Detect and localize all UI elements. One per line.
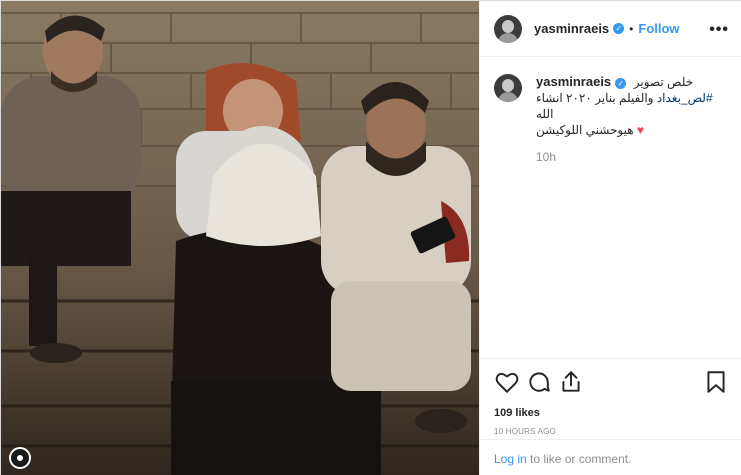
caption-time[interactable]: 10h [536,150,729,164]
share-icon[interactable] [558,369,584,395]
action-icons [494,369,729,399]
caption-line-3-text: هيوحشني اللوكيشن [536,123,634,137]
caption-line-2: #لص_بغداد والفيلم بناير ٢٠٢٠ انشاء الله [536,90,729,122]
caption-head: yasminraeis ✓ خلص تصوير [536,74,729,90]
comment-icon[interactable] [526,369,552,395]
login-link[interactable]: Log in [494,452,527,466]
caption-row: yasminraeis ✓ خلص تصوير #لص_بغداد والفيلم… [494,74,729,164]
avatar[interactable] [494,14,522,43]
login-prompt-text: to like or comment. [526,452,632,466]
photo-illustration [1,1,479,475]
post-timestamp[interactable]: 10 HOURS AGO [494,427,729,436]
verified-badge-icon: ✓ [613,23,625,34]
hashtag-link[interactable]: #لص_بغداد [657,91,713,105]
heart-outline-icon[interactable] [494,369,520,395]
post-header: yasminraeis ✓ • Follow ••• [480,1,741,57]
more-options-icon[interactable]: ••• [709,21,729,39]
caption-verified-badge-icon: ✓ [615,78,627,89]
likes-count[interactable]: 109 likes [494,407,729,419]
caption-line-2-text: والفيلم بناير ٢٠٢٠ انشاء الله [536,91,657,121]
caption-avatar[interactable] [494,74,522,102]
red-heart-icon: ♥ [636,123,645,137]
profile-badge-icon[interactable] [9,447,31,469]
post-sidebar: yasminraeis ✓ • Follow ••• yasminraeis ✓ … [479,1,741,475]
caption-body: yasminraeis ✓ خلص تصوير #لص_بغداد والفيلم… [536,74,729,164]
caption-line-1: خلص تصوير [633,75,694,89]
login-prompt: Log in to like or comment. [480,439,741,475]
caption-line-3: ♥ هيوحشني اللوكيشن [536,122,729,138]
post-photo[interactable] [1,1,479,475]
caption-text: #لص_بغداد والفيلم بناير ٢٠٢٠ انشاء الله … [536,90,729,138]
caption-username-link[interactable]: yasminraeis [536,74,611,89]
follow-button[interactable]: Follow [638,21,679,36]
bookmark-icon[interactable] [703,369,729,395]
instagram-post: yasminraeis ✓ • Follow ••• yasminraeis ✓ … [0,0,741,475]
separator-dot: • [629,21,634,36]
post-actions: 109 likes 10 HOURS AGO [480,358,741,436]
username-link[interactable]: yasminraeis [534,21,609,36]
comments-section: yasminraeis ✓ خلص تصوير #لص_بغداد والفيلم… [480,58,741,358]
